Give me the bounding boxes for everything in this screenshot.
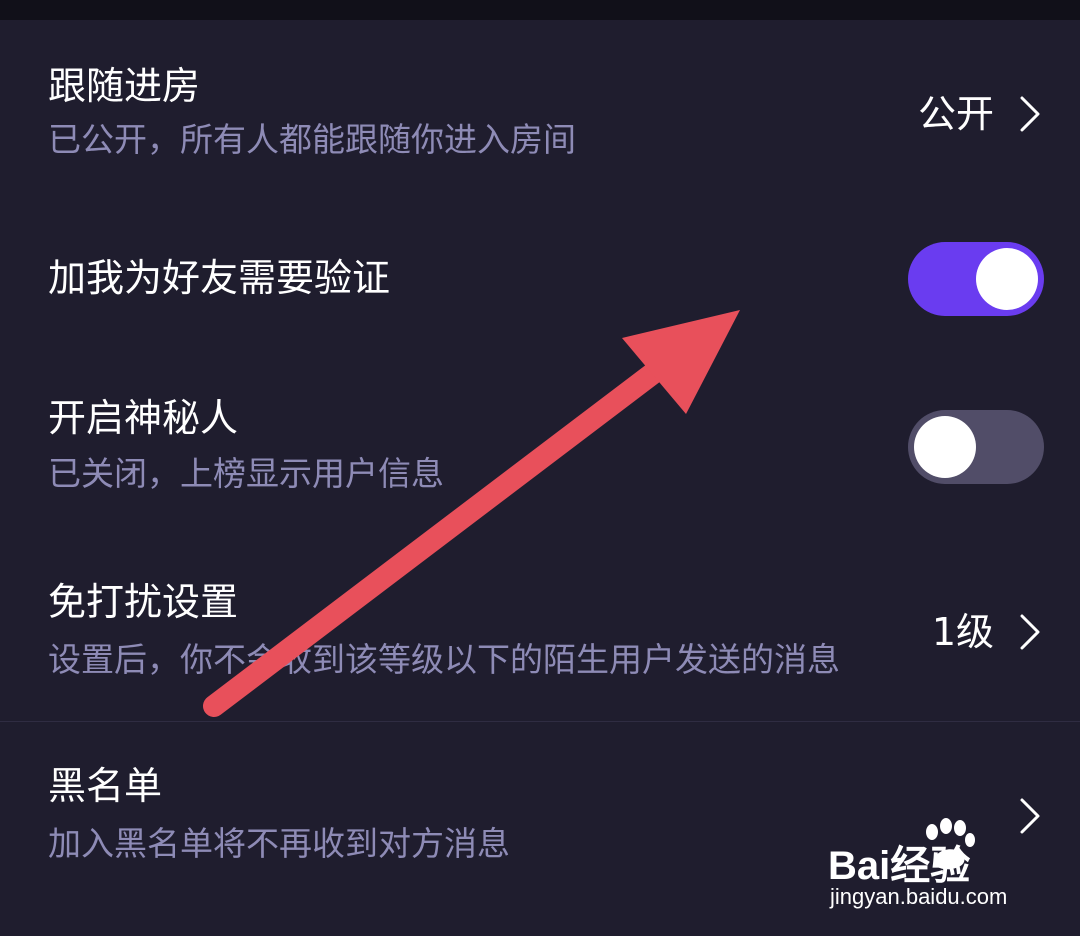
mystery-man-toggle[interactable] bbox=[908, 410, 1044, 484]
setting-subtitle: 设置后，你不会收到该等级以下的陌生用户发送的消息 bbox=[48, 640, 840, 679]
setting-row-do-not-disturb[interactable]: 免打扰设置 设置后，你不会收到该等级以下的陌生用户发送的消息 1级 bbox=[0, 540, 1080, 721]
chevron-right-icon bbox=[1020, 96, 1040, 132]
toggle-knob bbox=[914, 416, 976, 478]
setting-subtitle: 加入黑名单将不再收到对方消息 bbox=[48, 824, 510, 863]
setting-title: 开启神秘人 bbox=[48, 396, 239, 440]
friend-verify-toggle[interactable] bbox=[908, 242, 1044, 316]
setting-title: 黑名单 bbox=[48, 764, 163, 808]
watermark-logo: Bai经验 bbox=[828, 844, 971, 888]
setting-subtitle: 已公开，所有人都能跟随你进入房间 bbox=[48, 120, 576, 159]
setting-value: 1级 bbox=[931, 610, 994, 654]
setting-title: 加我为好友需要验证 bbox=[48, 256, 391, 300]
chevron-right-icon bbox=[1020, 614, 1040, 650]
setting-row-follow-room[interactable]: 跟随进房 已公开，所有人都能跟随你进入房间 公开 bbox=[0, 20, 1080, 200]
setting-row-friend-verify: 加我为好友需要验证 bbox=[0, 200, 1080, 360]
setting-row-mystery-man: 开启神秘人 已关闭，上榜显示用户信息 bbox=[0, 360, 1080, 540]
baidu-jingyan-watermark: Bai经验 jingyan.baidu.com bbox=[828, 818, 1028, 918]
setting-value: 公开 bbox=[917, 92, 994, 136]
toggle-knob bbox=[976, 248, 1038, 310]
setting-title: 免打扰设置 bbox=[48, 580, 239, 624]
setting-subtitle: 已关闭，上榜显示用户信息 bbox=[48, 454, 444, 493]
watermark-url: jingyan.baidu.com bbox=[830, 884, 1008, 909]
setting-title: 跟随进房 bbox=[48, 64, 201, 108]
privacy-settings-screen: 跟随进房 已公开，所有人都能跟随你进入房间 公开 加我为好友需要验证 开启神秘人… bbox=[0, 0, 1080, 936]
top-bar bbox=[0, 0, 1080, 20]
